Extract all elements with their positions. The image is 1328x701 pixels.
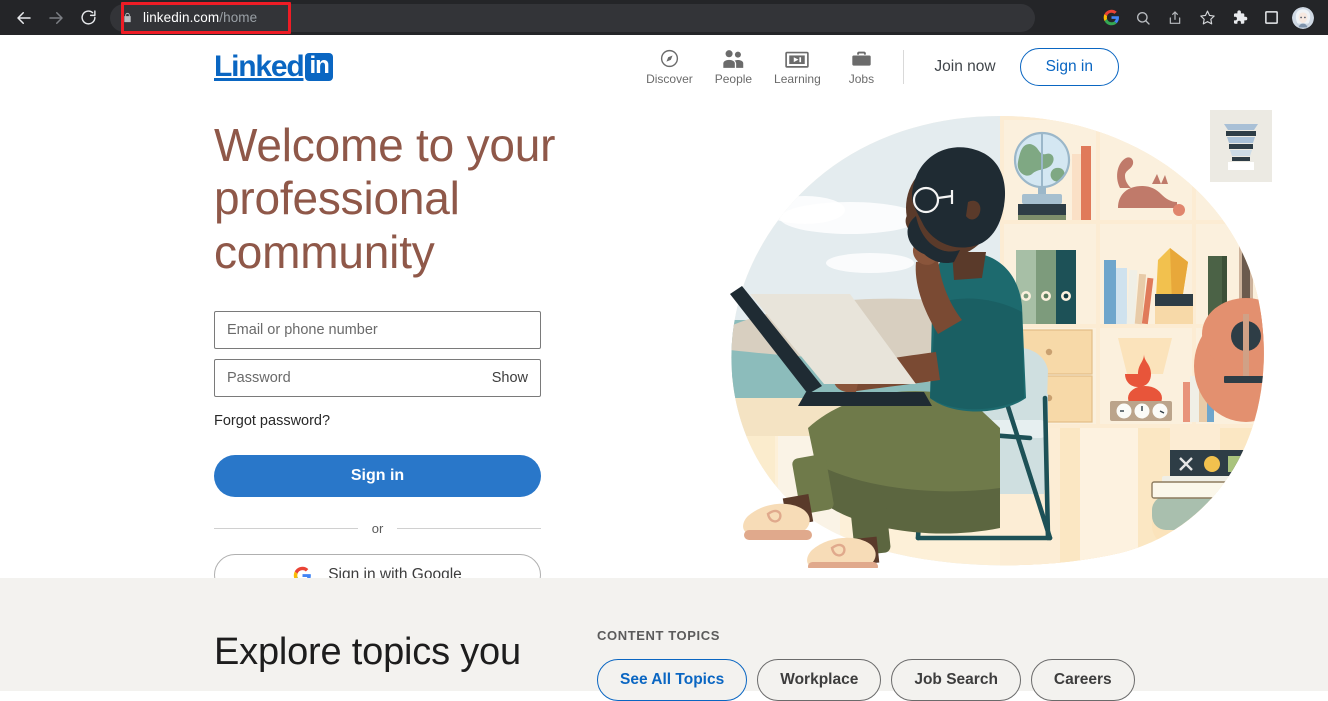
- bookmark-star-icon[interactable]: [1192, 4, 1222, 32]
- address-bar[interactable]: linkedin.com/home: [110, 3, 1035, 32]
- sign-in-form: Show Forgot password? Sign in or: [214, 311, 541, 597]
- browser-toolbar: linkedin.com/home: [0, 0, 1328, 35]
- forgot-password-link[interactable]: Forgot password?: [214, 413, 330, 429]
- logo-wordmark: Linked: [214, 49, 305, 83]
- header-sign-in-button[interactable]: Sign in: [1019, 47, 1119, 86]
- url-domain: linkedin.com: [143, 10, 220, 25]
- explore-topics-section: Explore topics you CONTENT TOPICS See Al…: [0, 578, 1328, 701]
- share-icon[interactable]: [1160, 4, 1190, 32]
- show-password-button[interactable]: Show: [484, 370, 528, 386]
- person-reading-laptop-illustration: [700, 98, 1300, 571]
- hero-title-line2: professional community: [214, 172, 460, 278]
- sign-in-submit-button[interactable]: Sign in: [214, 455, 541, 498]
- page-title: Welcome to your professional community: [214, 119, 684, 279]
- logo-in-badge: in: [305, 52, 333, 81]
- nav-divider: [903, 49, 905, 84]
- nav-label-learning: Learning: [774, 72, 821, 86]
- back-arrow-icon[interactable]: [10, 4, 38, 32]
- profile-avatar[interactable]: [1288, 4, 1318, 32]
- topic-pill-list: See All Topics Workplace Job Search Care…: [597, 659, 1135, 701]
- browser-action-icons: [1096, 0, 1318, 35]
- nav-label-discover: Discover: [646, 72, 693, 86]
- nav-label-people: People: [714, 72, 753, 86]
- nav-item-people[interactable]: People: [701, 45, 765, 88]
- lock-icon: [122, 11, 133, 24]
- hero-content: Welcome to your professional community S…: [214, 119, 684, 597]
- topic-pill-workplace[interactable]: Workplace: [757, 659, 882, 701]
- nav-label-jobs: Jobs: [848, 72, 875, 86]
- reload-icon[interactable]: [74, 4, 102, 32]
- search-icon[interactable]: [1128, 4, 1158, 32]
- extensions-puzzle-icon[interactable]: [1224, 4, 1254, 32]
- nav-item-discover[interactable]: Discover: [637, 45, 701, 88]
- header-nav: Discover People Learning Jobs Join now S…: [637, 45, 1119, 88]
- join-now-link[interactable]: Join now: [920, 50, 1009, 84]
- content-topics-label: CONTENT TOPICS: [597, 628, 721, 643]
- linkedin-header: Linked in Discover People Learning Jobs …: [0, 35, 1328, 98]
- forward-arrow-icon[interactable]: [42, 4, 70, 32]
- topic-pill-careers[interactable]: Careers: [1030, 659, 1135, 701]
- sidebar-panel-icon[interactable]: [1256, 4, 1286, 32]
- nav-item-learning[interactable]: Learning: [765, 45, 829, 88]
- topic-pill-see-all-topics[interactable]: See All Topics: [597, 659, 748, 701]
- email-field[interactable]: [214, 311, 541, 350]
- url-text: linkedin.com/home: [143, 10, 257, 25]
- google-icon[interactable]: [1096, 4, 1126, 32]
- explore-title: Explore topics you: [214, 631, 521, 673]
- password-input[interactable]: [227, 370, 484, 387]
- learning-video-icon: [785, 47, 810, 69]
- browser-nav-buttons: [10, 4, 102, 32]
- or-divider: or: [214, 521, 541, 536]
- divider-line-left: [214, 528, 358, 530]
- hero-section: Welcome to your professional community S…: [0, 98, 1328, 597]
- briefcase-icon: [851, 47, 872, 69]
- linkedin-logo[interactable]: Linked in: [214, 50, 333, 84]
- avatar-image: [1292, 6, 1314, 29]
- password-field[interactable]: Show: [214, 359, 541, 398]
- email-input[interactable]: [227, 322, 528, 339]
- url-path: /home: [219, 10, 258, 25]
- topic-pill-job-search[interactable]: Job Search: [891, 659, 1021, 701]
- compass-icon: [659, 47, 680, 69]
- hero-title-line1: Welcome to your: [214, 119, 556, 171]
- people-icon: [722, 47, 745, 69]
- or-label: or: [371, 521, 384, 537]
- divider-line-right: [397, 528, 541, 530]
- nav-item-jobs[interactable]: Jobs: [829, 45, 893, 88]
